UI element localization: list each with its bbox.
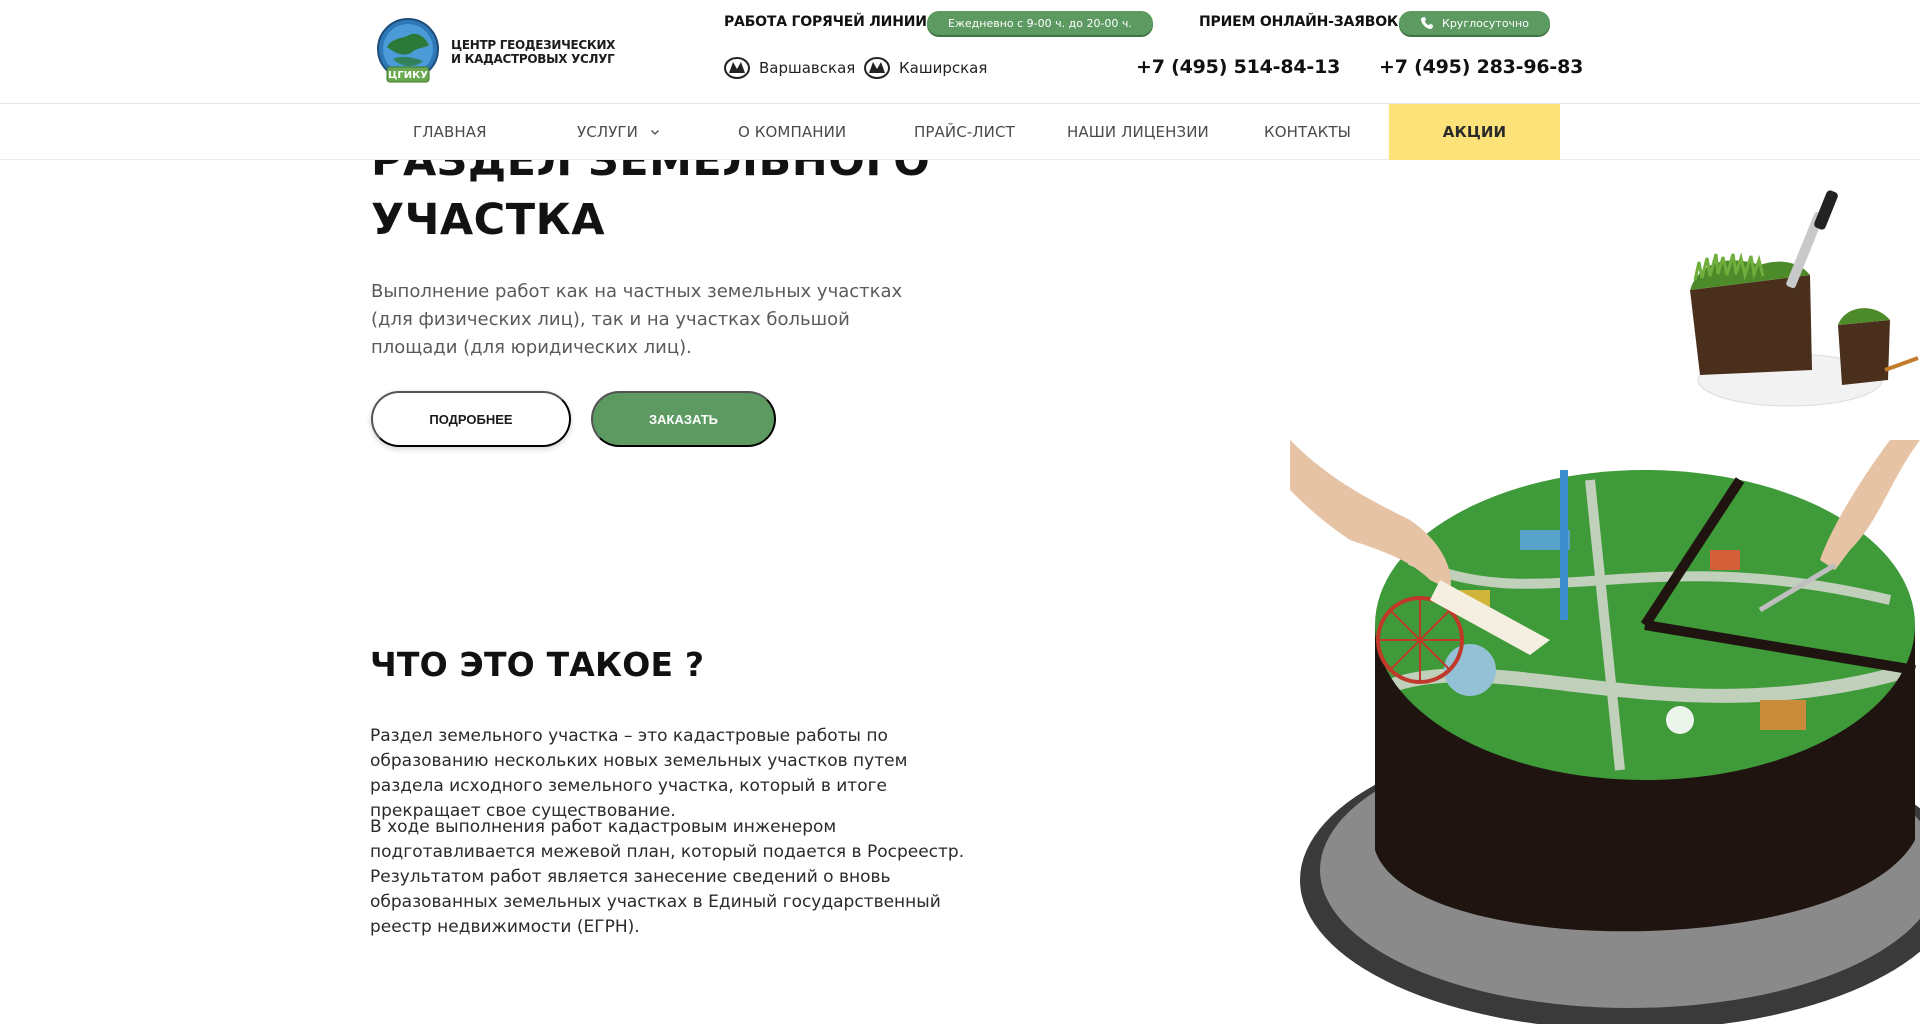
order-button[interactable]: ЗАКАЗАТЬ (591, 391, 776, 447)
logo[interactable]: ЦГИКУ ЦЕНТР ГЕОДЕЗИЧЕСКИХ И КАДАСТРОВЫХ … (373, 16, 615, 88)
metro-station-1: Варшавская (724, 57, 855, 79)
nav-item-services[interactable]: УСЛУГИ (577, 104, 660, 160)
metro-station-name: Варшавская (759, 59, 856, 77)
logo-line-1: ЦЕНТР ГЕОДЕЗИЧЕСКИХ (451, 38, 616, 52)
nav-item-contacts[interactable]: КОНТАКТЫ (1264, 104, 1351, 160)
nav-item-label: УСЛУГИ (577, 123, 639, 141)
more-button[interactable]: ПОДРОБНЕЕ (371, 391, 571, 447)
section-paragraph-1: Раздел земельного участка – это кадастро… (370, 726, 908, 821)
phone-link-1[interactable]: +7 (495) 514-84-13 (1136, 56, 1340, 78)
logo-text: ЦЕНТР ГЕОДЕЗИЧЕСКИХ И КАДАСТРОВЫХ УСЛУГ (451, 38, 615, 66)
logo-line-2: И КАДАСТРОВЫХ УСЛУГ (451, 52, 615, 66)
nav-item-home[interactable]: ГЛАВНАЯ (413, 104, 487, 160)
logo-badge-text: ЦГИКУ (388, 70, 428, 81)
phone-link-2[interactable]: +7 (495) 283-96-83 (1379, 56, 1583, 78)
nav-item-licenses[interactable]: НАШИ ЛИЦЕНЗИИ (1067, 104, 1209, 160)
nav-item-pricelist[interactable]: ПРАЙС-ЛИСТ (914, 104, 1015, 160)
metro-icon (724, 57, 750, 79)
hero-description: Выполнение работ как на частных земельны… (371, 281, 903, 358)
metro-station-name: Каширская (899, 59, 988, 77)
logo-badge: ЦГИКУ (373, 17, 443, 87)
chevron-down-icon (651, 130, 659, 135)
section-title: ЧТО ЭТО ТАКОЕ ? (370, 645, 705, 684)
metro-station-2: Каширская (864, 57, 987, 79)
section-paragraph-2: В ходе выполнения работ кадастровым инже… (370, 817, 965, 937)
map-cake-illustration (1290, 440, 1920, 1024)
metro-icon (864, 57, 890, 79)
hotline-hours-badge: Ежедневно с 9-00 ч. до 20-00 ч. (927, 11, 1153, 35)
online-requests-hours: Круглосуточно (1442, 16, 1529, 30)
nav-item-promotions[interactable]: АКЦИИ (1389, 104, 1560, 160)
page-title-line-2: УЧАСТКА (371, 195, 605, 245)
site-header: ЦГИКУ ЦЕНТР ГЕОДЕЗИЧЕСКИХ И КАДАСТРОВЫХ … (0, 0, 1920, 104)
main-nav: ГЛАВНАЯ УСЛУГИ О КОМПАНИИ ПРАЙС-ЛИСТ НАШ… (0, 104, 1920, 160)
nav-item-about[interactable]: О КОМПАНИИ (738, 104, 846, 160)
hotline-label: РАБОТА ГОРЯЧЕЙ ЛИНИИ: (724, 14, 933, 30)
online-requests-label: ПРИЕМ ОНЛАЙН-ЗАЯВОК: (1199, 14, 1404, 30)
soil-slice-illustration (1660, 180, 1920, 420)
online-requests-badge[interactable]: Круглосуточно (1399, 11, 1550, 35)
hotline-hours-text: Ежедневно с 9-00 ч. до 20-00 ч. (948, 16, 1132, 30)
phone-icon (1421, 16, 1434, 29)
